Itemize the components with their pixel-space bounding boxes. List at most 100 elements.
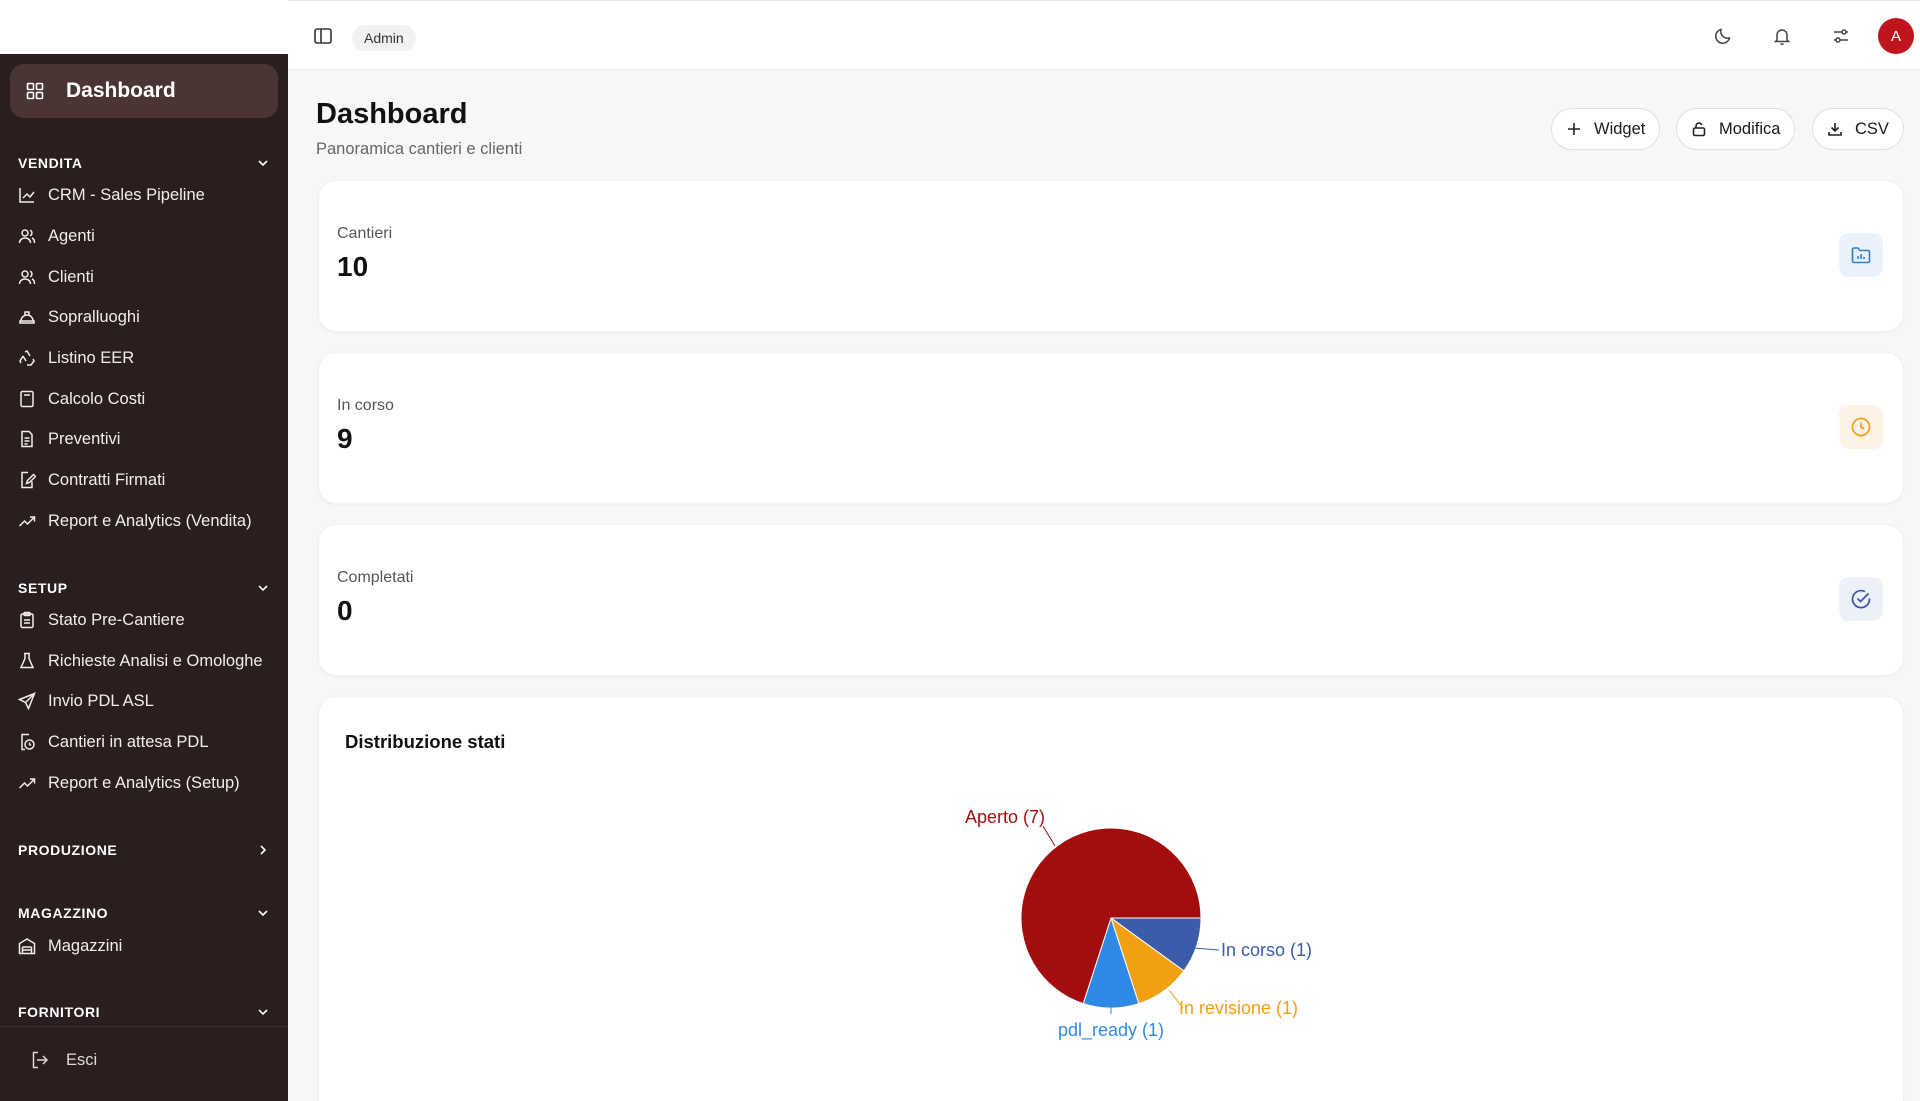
role-badge: Admin	[352, 25, 416, 51]
sidebar-item-label: CRM - Sales Pipeline	[48, 185, 205, 204]
users-icon	[18, 268, 36, 286]
line-chart-icon	[18, 186, 36, 204]
chevron-right-icon	[256, 843, 270, 857]
sidebar-item-contratti-firmati[interactable]: Contratti Firmati	[18, 465, 280, 495]
download-icon	[1827, 121, 1843, 137]
edit-layout-button[interactable]: Modifica	[1676, 108, 1796, 150]
folder-chart-icon	[1839, 233, 1883, 277]
sidebar-item-magazzini[interactable]: Magazzini	[18, 931, 280, 961]
chevron-down-icon	[256, 906, 270, 920]
sidebar-item-label: Sopralluoghi	[48, 307, 140, 326]
pie-leader-line	[1042, 825, 1056, 847]
sidebar: Dashboard VENDITA CRM - Sales Pipeline A…	[0, 0, 288, 1101]
chevron-down-icon	[256, 156, 270, 170]
add-widget-button[interactable]: Widget	[1551, 108, 1661, 150]
moon-icon[interactable]	[1712, 25, 1734, 47]
button-label: CSV	[1855, 119, 1889, 138]
send-icon	[18, 692, 36, 710]
trending-up-icon	[18, 512, 36, 530]
stat-card-cantieri: Cantieri 10	[318, 180, 1904, 332]
sidebar-item-listino-eer[interactable]: Listino EER	[18, 343, 280, 373]
section-produzione[interactable]: PRODUZIONE	[18, 840, 270, 860]
button-label: Widget	[1594, 119, 1646, 138]
sidebar-item-label: Dashboard	[66, 79, 176, 102]
chevron-down-icon	[256, 1005, 270, 1019]
stat-value: 9	[337, 423, 353, 454]
sidebar-item-report-setup[interactable]: Report e Analytics (Setup)	[18, 768, 280, 798]
sidebar-item-cantieri-attesa-pdl[interactable]: Cantieri in attesa PDL	[18, 727, 280, 757]
sidebar-item-label: Report e Analytics (Vendita)	[48, 511, 252, 530]
stat-card-completati: Completati 0	[318, 524, 1904, 676]
sidebar-item-stato-pre-cantiere[interactable]: Stato Pre-Cantiere	[18, 605, 280, 635]
avatar[interactable]: A	[1878, 18, 1914, 54]
sidebar-item-label: Preventivi	[48, 429, 121, 448]
section-magazzino[interactable]: MAGAZZINO	[18, 903, 270, 923]
pie-slice-label: pdl_ready (1)	[1058, 1020, 1164, 1041]
clock-icon	[1839, 405, 1883, 449]
page-title: Dashboard	[316, 98, 468, 130]
sidebar-item-label: Magazzini	[48, 936, 123, 955]
stat-value: 0	[337, 595, 353, 626]
logout-button[interactable]: Esci	[30, 1050, 97, 1070]
sidebar-item-agenti[interactable]: Agenti	[18, 221, 280, 251]
stat-label: Completati	[337, 569, 414, 586]
sidebar-item-dashboard[interactable]: Dashboard	[10, 64, 278, 118]
section-setup[interactable]: SETUP	[18, 578, 270, 598]
sidebar-item-crm[interactable]: CRM - Sales Pipeline	[18, 180, 280, 210]
hard-hat-icon	[18, 308, 36, 326]
page-subtitle: Panoramica cantieri e clienti	[316, 140, 523, 158]
stat-label: Cantieri	[337, 225, 393, 242]
sidebar-item-richieste-analisi[interactable]: Richieste Analisi e Omologhe	[18, 646, 280, 676]
section-label: VENDITA	[18, 155, 83, 171]
file-signature-icon	[18, 471, 36, 489]
sidebar-divider	[0, 1026, 288, 1027]
sidebar-item-preventivi[interactable]: Preventivi	[18, 424, 280, 454]
stat-card-in-corso: In corso 9	[318, 352, 1904, 504]
flask-icon	[18, 652, 36, 670]
section-label: MAGAZZINO	[18, 905, 109, 921]
check-circle-icon	[1839, 577, 1883, 621]
chart-card: Distribuzione stati In corso (1) In revis…	[318, 696, 1904, 1101]
pie-slice-label: Aperto (7)	[965, 807, 1045, 827]
stat-value: 10	[337, 251, 369, 282]
clipboard-icon	[18, 611, 36, 629]
section-vendita[interactable]: VENDITA	[18, 153, 270, 173]
logout-label: Esci	[66, 1050, 98, 1069]
pie-leader-line	[1192, 947, 1220, 951]
sidebar-item-label: Listino EER	[48, 348, 135, 367]
warehouse-icon	[18, 937, 36, 955]
sidebar-item-report-vendita[interactable]: Report e Analytics (Vendita)	[18, 506, 280, 536]
pie-slice-label: In revisione (1)	[1179, 998, 1298, 1018]
section-fornitori[interactable]: FORNITORI	[18, 1002, 270, 1022]
sidebar-item-label: Invio PDL ASL	[48, 691, 154, 710]
export-csv-button[interactable]: CSV	[1812, 108, 1904, 150]
file-clock-icon	[18, 733, 36, 751]
pie-slice-label: In corso (1)	[1221, 940, 1312, 960]
topbar: Admin A	[288, 0, 1920, 70]
sidebar-item-label: Agenti	[48, 226, 95, 245]
sidebar-item-label: Report e Analytics (Setup)	[48, 773, 240, 792]
sidebar-item-sopralluoghi[interactable]: Sopralluoghi	[18, 302, 280, 332]
bell-icon[interactable]	[1771, 25, 1793, 47]
button-label: Modifica	[1719, 119, 1781, 138]
grid-icon	[26, 82, 44, 100]
sidebar-item-label: Calcolo Costi	[48, 389, 146, 408]
sidebar-item-calcolo-costi[interactable]: Calcolo Costi	[18, 384, 280, 414]
trending-up-icon	[18, 774, 36, 792]
section-label: FORNITORI	[18, 1004, 101, 1020]
sidebar-item-label: Clienti	[48, 267, 94, 286]
sliders-icon[interactable]	[1830, 25, 1852, 47]
sidebar-toggle-icon[interactable]	[312, 25, 334, 47]
sidebar-item-label: Contratti Firmati	[48, 470, 166, 489]
sidebar-item-label: Richieste Analisi e Omologhe	[48, 651, 263, 670]
stat-label: In corso	[337, 397, 394, 414]
pie-chart: In corso (1) In revisione (1) pdl_ready (1…	[965, 807, 1312, 1041]
sidebar-item-invio-pdl-asl[interactable]: Invio PDL ASL	[18, 686, 280, 716]
log-out-icon	[30, 1050, 50, 1070]
section-label: SETUP	[18, 580, 68, 596]
chevron-down-icon	[256, 581, 270, 595]
calculator-icon	[18, 390, 36, 408]
sidebar-item-clienti[interactable]: Clienti	[18, 262, 280, 292]
sidebar-item-label: Cantieri in attesa PDL	[48, 732, 209, 751]
file-text-icon	[18, 430, 36, 448]
